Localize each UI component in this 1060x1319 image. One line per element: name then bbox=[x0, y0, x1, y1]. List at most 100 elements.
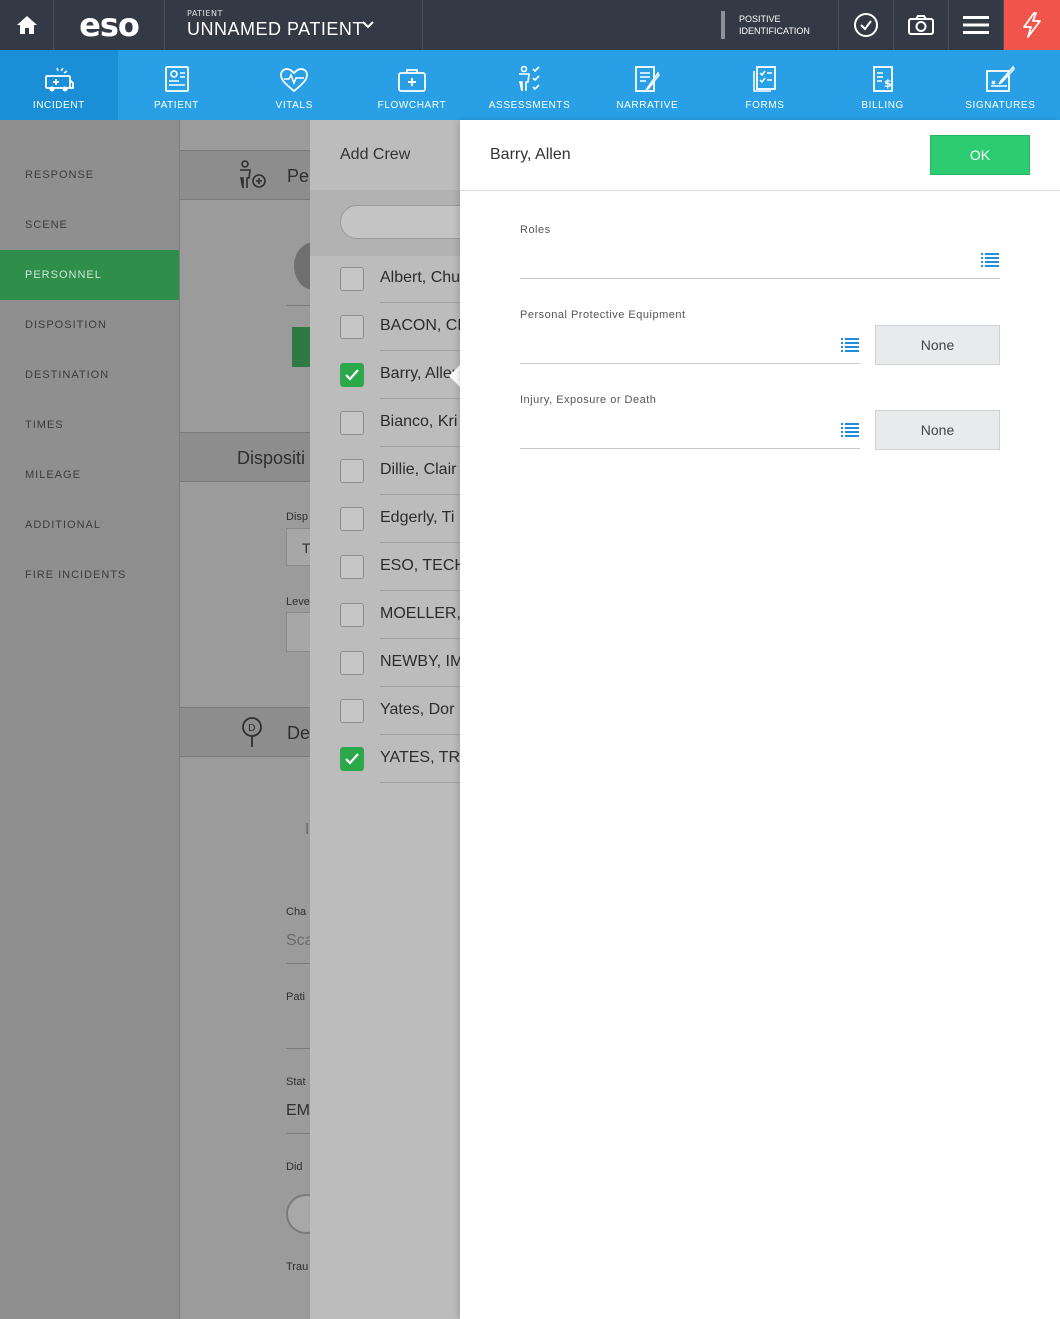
checkmark-icon bbox=[345, 753, 359, 765]
hamburger-menu-icon bbox=[963, 16, 989, 34]
ambulance-icon bbox=[44, 67, 74, 92]
crew-checkbox[interactable] bbox=[340, 363, 364, 387]
crew-checkbox[interactable] bbox=[340, 603, 364, 627]
list-picker-icon[interactable] bbox=[981, 252, 999, 268]
crew-member-name: Bianco, Kri bbox=[380, 413, 458, 430]
crew-member-row[interactable]: ESO, TECH bbox=[310, 543, 460, 591]
nav-signatures[interactable]: SIGNATURES bbox=[942, 50, 1060, 120]
crew-member-row[interactable]: YATES, TRA bbox=[310, 735, 460, 783]
crew-checkbox[interactable] bbox=[340, 459, 364, 483]
checkmark-icon bbox=[345, 369, 359, 381]
patient-selector[interactable]: PATIENT UNNAMED PATIENT bbox=[165, 0, 423, 50]
crew-checkbox[interactable] bbox=[340, 411, 364, 435]
crew-member-name: Edgerly, Ti bbox=[380, 509, 455, 526]
nav-label: VITALS bbox=[275, 100, 313, 111]
crew-member-row[interactable]: MOELLER, bbox=[310, 591, 460, 639]
nav-patient[interactable]: PATIENT bbox=[118, 50, 236, 120]
sidebar-item-mileage[interactable]: MILEAGE bbox=[0, 450, 179, 500]
invoice-icon: $ bbox=[872, 66, 893, 92]
roles-field[interactable] bbox=[520, 278, 1000, 279]
home-icon bbox=[16, 16, 37, 34]
section-title: Pe bbox=[287, 166, 310, 186]
nav-label: SIGNATURES bbox=[965, 100, 1036, 111]
sidebar-item-personnel[interactable]: PERSONNEL bbox=[0, 250, 179, 300]
nav-billing[interactable]: $ BILLING bbox=[824, 50, 942, 120]
crew-member-row[interactable]: NEWBY, IM bbox=[310, 639, 460, 687]
sidebar-item-times[interactable]: TIMES bbox=[0, 400, 179, 450]
injury-label: Injury, Exposure or Death bbox=[520, 394, 657, 406]
crew-checkbox[interactable] bbox=[340, 555, 364, 579]
positive-identification-button[interactable]: POSITIVE IDENTIFICATION bbox=[721, 0, 839, 50]
positive-id-line1: POSITIVE bbox=[739, 14, 781, 24]
ppe-label: Personal Protective Equipment bbox=[520, 309, 686, 321]
destination-pin-icon: D bbox=[242, 717, 262, 747]
patient-label: PATIENT bbox=[187, 9, 223, 18]
crew-member-row[interactable]: Bianco, Kri bbox=[310, 399, 460, 447]
document-pen-icon bbox=[635, 66, 661, 92]
crew-member-row[interactable]: BACON, CH bbox=[310, 303, 460, 351]
crew-member-name: Barry, Allen bbox=[380, 365, 460, 382]
crew-member-name: Albert, Chu bbox=[380, 269, 460, 286]
home-button[interactable] bbox=[0, 0, 54, 50]
add-crew-panel: Add Crew Albert, Chu BACON, CH Barry, Alle… bbox=[310, 120, 460, 1319]
sidebar-item-fire-incidents[interactable]: FIRE INCIDENTS bbox=[0, 550, 179, 600]
crew-search-input[interactable] bbox=[340, 205, 460, 239]
patient-card-icon bbox=[164, 66, 189, 92]
crew-checkbox[interactable] bbox=[340, 507, 364, 531]
background-form: Pe Dispositi Disp T Leve D De I Cha Sca … bbox=[180, 120, 310, 1319]
crew-checkbox[interactable] bbox=[340, 699, 364, 723]
svg-text:D: D bbox=[248, 723, 256, 734]
sidebar-item-scene[interactable]: SCENE bbox=[0, 200, 179, 250]
nav-incident[interactable]: INCIDENT bbox=[0, 50, 118, 120]
section-title: Dispositi bbox=[237, 448, 306, 468]
ppe-none-button[interactable]: None bbox=[875, 325, 1000, 365]
eso-logo: eso bbox=[54, 0, 165, 50]
validate-button[interactable] bbox=[839, 0, 894, 50]
crew-member-name: BACON, CH bbox=[380, 317, 460, 334]
divider bbox=[721, 11, 725, 39]
crew-member-name: YATES, TRA bbox=[380, 749, 460, 766]
sidebar-item-additional[interactable]: ADDITIONAL bbox=[0, 500, 179, 550]
nav-flowchart[interactable]: FLOWCHART bbox=[353, 50, 471, 120]
sidebar-item-disposition[interactable]: DISPOSITION bbox=[0, 300, 179, 350]
crew-member-row[interactable]: Albert, Chu bbox=[310, 255, 460, 303]
menu-button[interactable] bbox=[949, 0, 1004, 50]
nav-forms[interactable]: FORMS bbox=[706, 50, 824, 120]
camera-button[interactable] bbox=[894, 0, 949, 50]
crew-member-name: ESO, TECH bbox=[380, 557, 460, 574]
crew-checkbox[interactable] bbox=[340, 315, 364, 339]
nav-vitals[interactable]: VITALS bbox=[235, 50, 353, 120]
sidebar-item-response[interactable]: RESPONSE bbox=[0, 150, 179, 200]
disposition-section-header: Dispositi bbox=[180, 432, 310, 482]
crew-checkbox[interactable] bbox=[340, 747, 364, 771]
section-sidebar: RESPONSE SCENE PERSONNEL DISPOSITION DES… bbox=[0, 120, 180, 1319]
body-check-icon bbox=[518, 65, 540, 92]
chevron-down-icon bbox=[362, 21, 374, 29]
quick-actions-button[interactable] bbox=[1004, 0, 1060, 50]
camera-icon bbox=[908, 15, 934, 35]
crew-member-row[interactable]: Edgerly, Ti bbox=[310, 495, 460, 543]
injury-none-button[interactable]: None bbox=[875, 410, 1000, 450]
crew-checkbox[interactable] bbox=[340, 651, 364, 675]
nav-assessments[interactable]: ASSESSMENTS bbox=[471, 50, 589, 120]
nav-narrative[interactable]: NARRATIVE bbox=[588, 50, 706, 120]
crew-member-name: NEWBY, IM bbox=[380, 653, 460, 670]
svg-text:$: $ bbox=[884, 77, 892, 90]
injury-field[interactable] bbox=[520, 448, 860, 449]
personnel-section-header: Pe bbox=[180, 150, 310, 200]
list-picker-icon[interactable] bbox=[841, 337, 859, 353]
signature-icon bbox=[986, 65, 1016, 92]
list-picker-icon[interactable] bbox=[841, 422, 859, 438]
ok-button[interactable]: OK bbox=[930, 135, 1030, 175]
positive-id-line2: IDENTIFICATION bbox=[739, 26, 810, 36]
crew-checkbox[interactable] bbox=[340, 267, 364, 291]
nav-label: NARRATIVE bbox=[616, 100, 679, 111]
sidebar-item-destination[interactable]: DESTINATION bbox=[0, 350, 179, 400]
crew-member-row[interactable]: Yates, Dor bbox=[310, 687, 460, 735]
crew-member-row[interactable]: Dillie, Clair bbox=[310, 447, 460, 495]
crew-member-row[interactable]: Barry, Allen bbox=[310, 351, 460, 399]
ppe-field[interactable] bbox=[520, 363, 860, 364]
crew-member-name: MOELLER, bbox=[380, 605, 460, 622]
add-button bbox=[292, 327, 310, 367]
roles-label: Roles bbox=[520, 224, 551, 236]
